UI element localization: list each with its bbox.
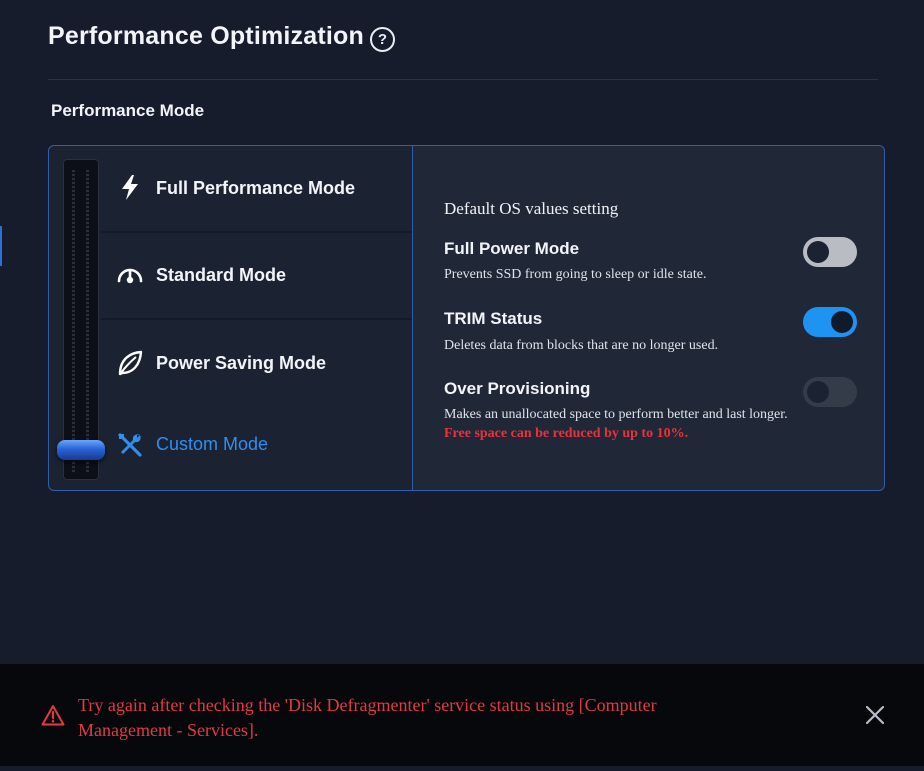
warning-triangle-icon (41, 705, 65, 726)
error-message: Try again after checking the 'Disk Defra… (78, 693, 798, 743)
wrench-screwdriver-icon (118, 433, 142, 457)
speedometer-icon (117, 268, 143, 284)
mode-label: Custom Mode (156, 434, 269, 454)
error-message-line-1: Try again after checking the 'Disk Defra… (78, 695, 657, 715)
error-message-line-2: Management - Services]. (78, 720, 259, 740)
close-icon[interactable] (864, 704, 886, 726)
mode-item-custom[interactable]: Custom Mode (49, 408, 413, 494)
over-provisioning-toggle[interactable] (803, 377, 857, 407)
setting-desc-full-power: Prevents SSD from going to sleep or idle… (444, 267, 707, 282)
mode-item-power-saving[interactable]: Power Saving Mode (49, 321, 413, 407)
leaf-icon (118, 350, 143, 376)
setting-desc-trim: Deletes data from blocks that are no lon… (444, 338, 719, 353)
custom-settings-card: Default OS values setting Full Power Mod… (412, 145, 885, 491)
mode-item-full-performance[interactable]: Full Performance Mode (49, 146, 413, 232)
title-divider (48, 79, 878, 80)
full-power-mode-toggle[interactable] (803, 237, 857, 267)
error-notification-bar: Try again after checking the 'Disk Defra… (0, 664, 924, 766)
toggle-knob (831, 311, 853, 333)
toggle-knob (807, 381, 829, 403)
setting-warning-over-provisioning: Free space can be reduced by up to 10%. (444, 426, 689, 441)
help-icon[interactable]: ? (370, 27, 395, 52)
mode-label: Standard Mode (156, 265, 287, 285)
mode-label: Full Performance Mode (156, 178, 356, 198)
page-title: Performance Optimization (48, 22, 364, 50)
setting-title-full-power: Full Power Mode (444, 239, 580, 258)
mode-item-standard[interactable]: Standard Mode (49, 233, 413, 319)
performance-mode-panel: Full Performance Mode Standard Mode Powe… (48, 145, 885, 494)
setting-title-trim: TRIM Status (444, 309, 543, 328)
toggle-knob (807, 241, 829, 263)
trim-status-toggle[interactable] (803, 307, 857, 337)
mode-label: Power Saving Mode (156, 353, 327, 373)
mode-separator (101, 318, 413, 320)
settings-header: Default OS values setting (444, 199, 619, 218)
section-label-performance-mode: Performance Mode (51, 101, 205, 120)
lightning-bolt-icon (122, 175, 138, 200)
window-edge-accent (0, 226, 2, 266)
setting-desc-over-provisioning: Makes an unallocated space to perform be… (444, 407, 788, 422)
setting-title-over-provisioning: Over Provisioning (444, 379, 591, 398)
